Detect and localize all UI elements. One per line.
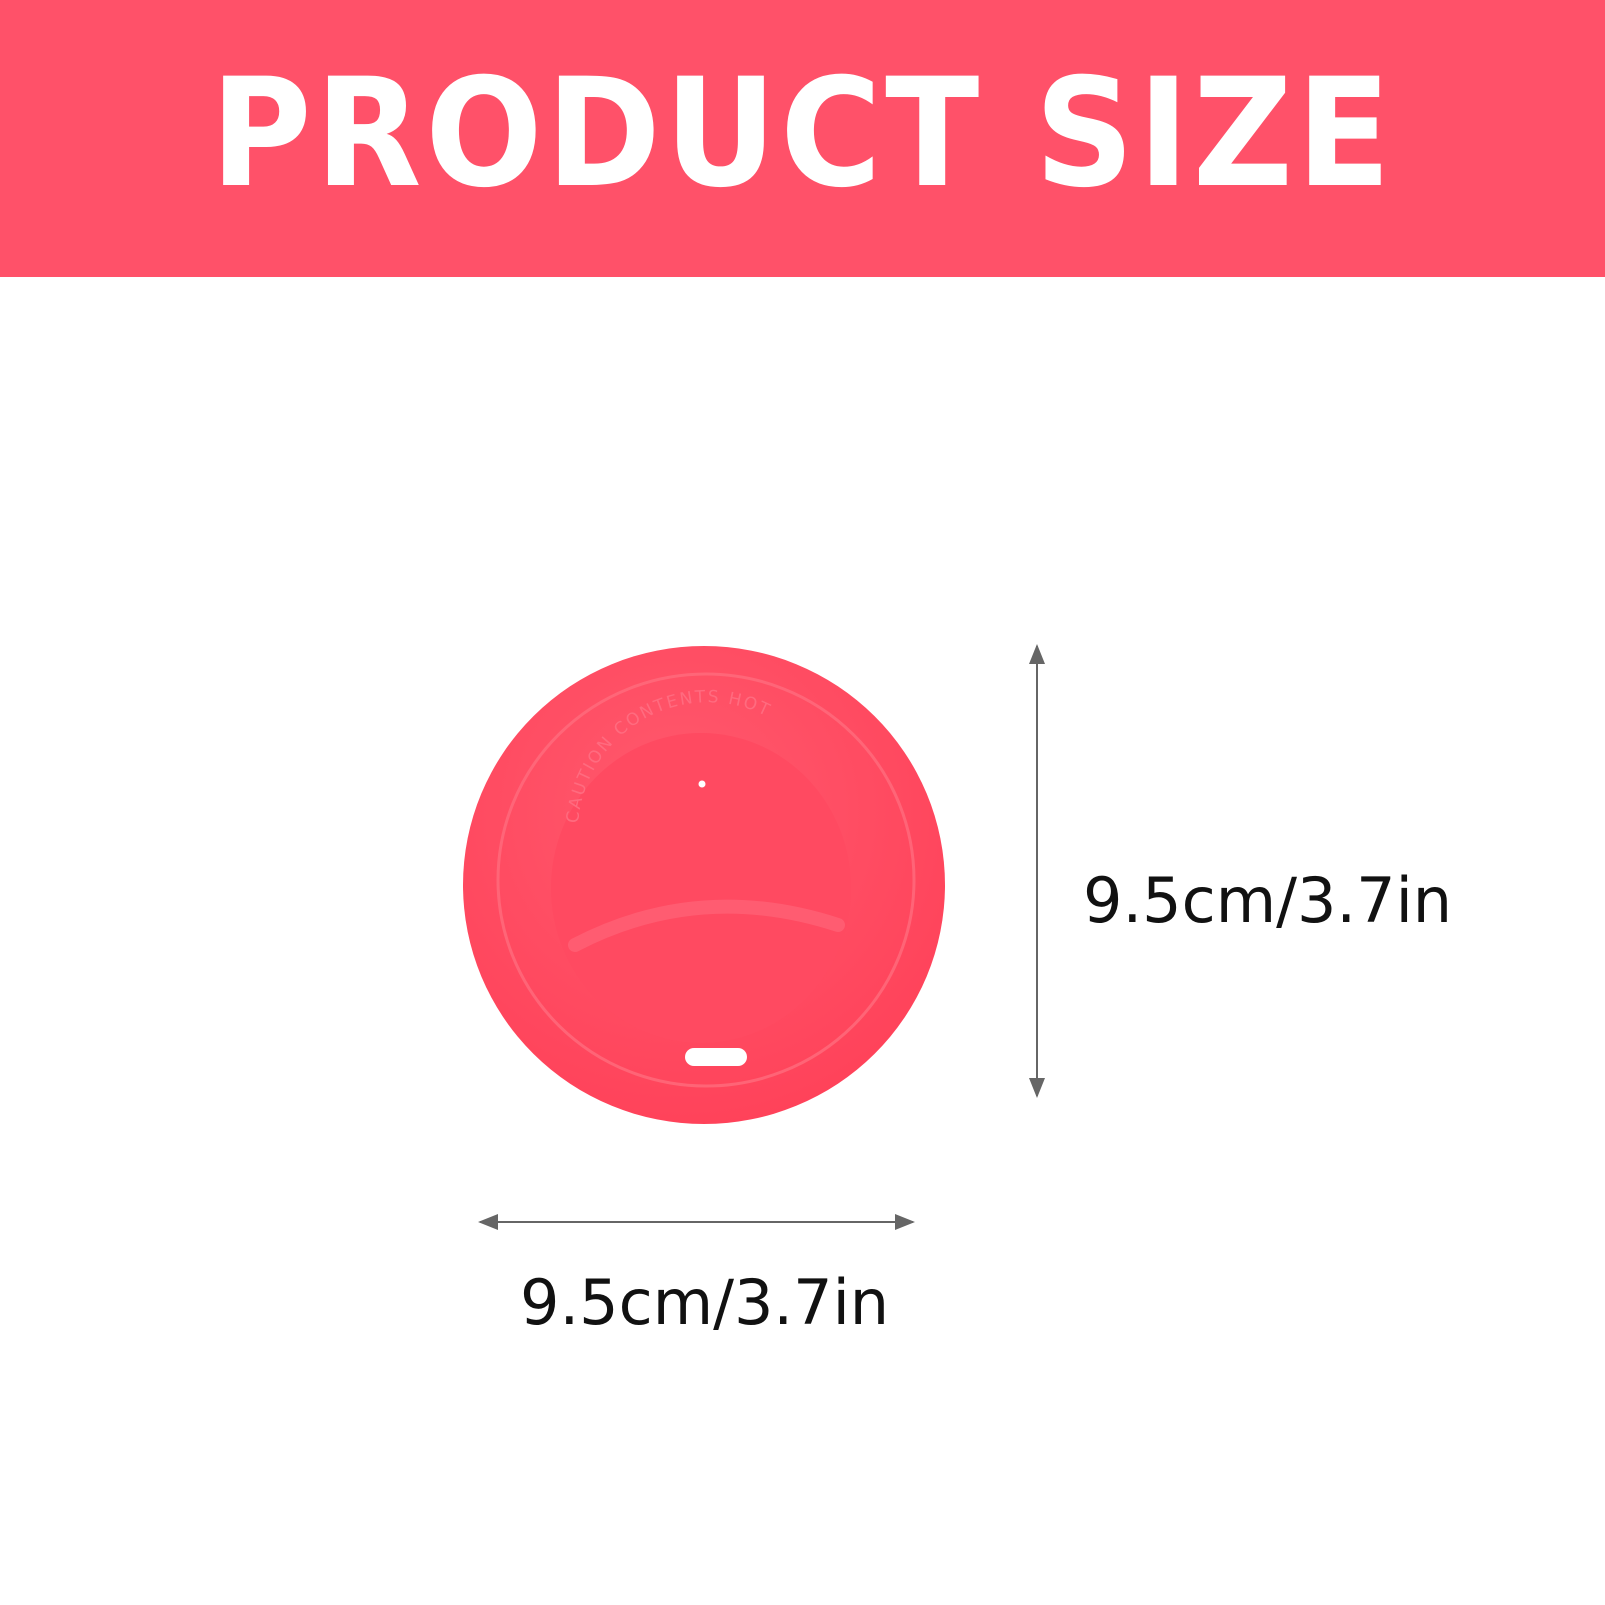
cup-lid-icon: CAUTION CONTENTS HOT [463, 646, 945, 1124]
height-dimension-label: 9.5cm/3.7in [1083, 864, 1453, 937]
product-illustration: CAUTION CONTENTS HOT [463, 644, 1045, 1230]
width-dimension-label: 9.5cm/3.7in [520, 1266, 890, 1339]
product-size-page: PRODUCT SIZE CAUTION CONTENTS HOT 9.5cm/… [0, 0, 1605, 1605]
